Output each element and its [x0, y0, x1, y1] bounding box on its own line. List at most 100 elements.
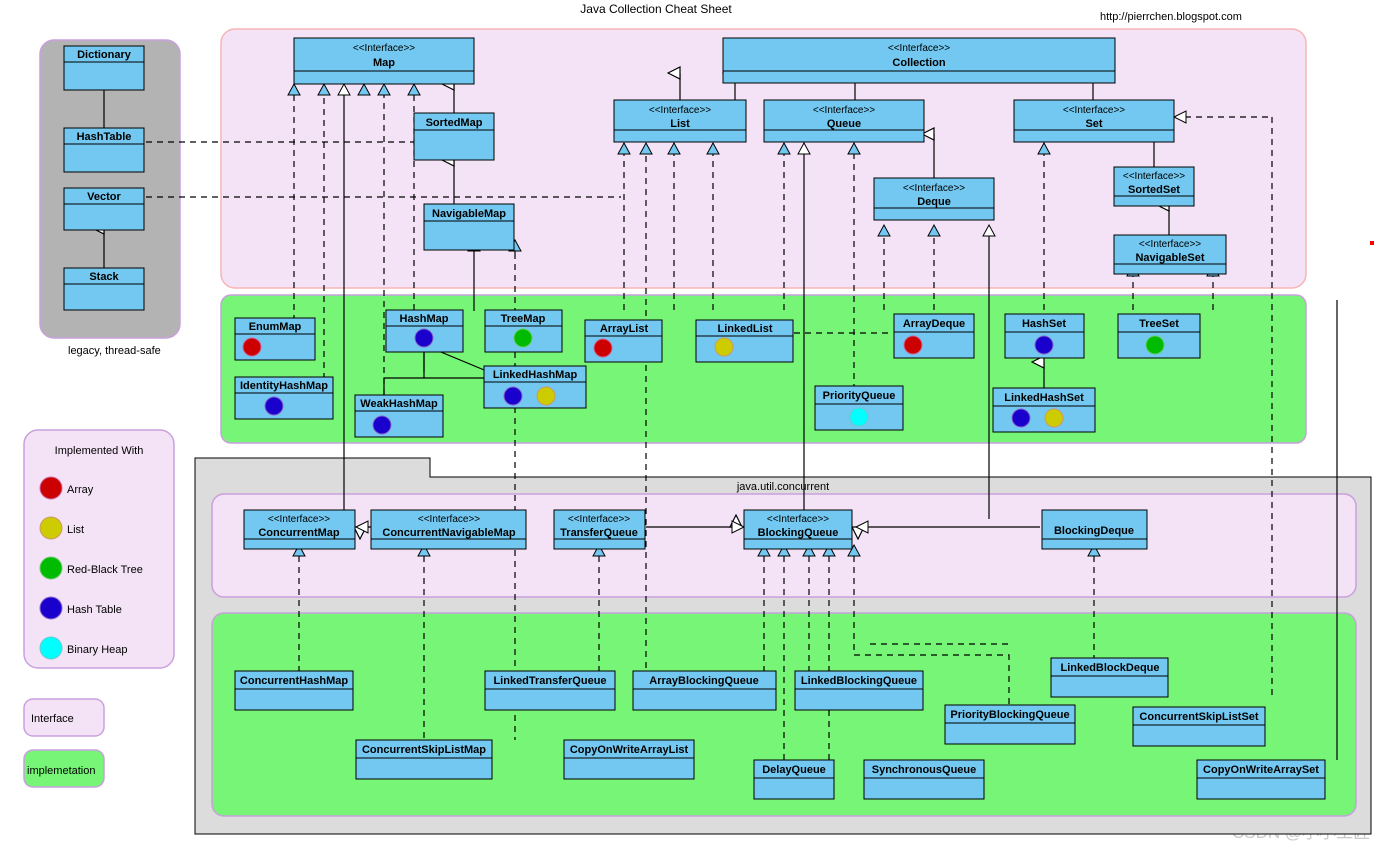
interface-collection[interactable]: <<Interface>> Collection	[723, 38, 1115, 83]
interface-title: Map	[373, 57, 395, 69]
interface-title: Collection	[892, 57, 945, 69]
class-title: LinkedBlockDeque	[1060, 662, 1159, 674]
hashtable-dot-icon	[40, 597, 62, 619]
interface-navigableset[interactable]: <<Interface>> NavigableSet	[1114, 235, 1226, 274]
legacy-class-hashtable[interactable]: HashTable	[64, 128, 144, 172]
class-title: ArrayList	[600, 323, 649, 335]
impl-dot-list	[1045, 409, 1063, 427]
impl-dot-binaryheap	[850, 408, 868, 426]
class-title: HashMap	[400, 313, 449, 325]
class-title: HashSet	[1022, 318, 1066, 330]
interface-sortedset[interactable]: <<Interface>> SortedSet	[1114, 167, 1194, 206]
interface-title: SortedMap	[426, 117, 483, 129]
legacy-class-vector[interactable]: Vector	[64, 188, 144, 230]
class-title: ConcurrentSkipListSet	[1139, 711, 1259, 723]
class-title: CopyOnWriteArrayList	[570, 744, 689, 756]
class-title: DelayQueue	[762, 764, 826, 776]
concurrent-package-label: java.util.concurrent	[736, 481, 829, 493]
class-identityhashmap[interactable]: IdentityHashMap	[235, 377, 333, 419]
class-title: LinkedBlockingQueue	[801, 675, 917, 687]
class-title: LinkedTransferQueue	[493, 675, 606, 687]
legacy-class-dictionary[interactable]: Dictionary	[64, 46, 144, 90]
interface-title: BlockingQueue	[758, 527, 839, 539]
impl-dot-hashtable	[1035, 336, 1053, 354]
class-hashmap[interactable]: HashMap	[386, 310, 463, 352]
class-title: TreeMap	[501, 313, 546, 325]
interface-title: NavigableSet	[1135, 252, 1204, 264]
stereotype-label: <<Interface>>	[813, 105, 875, 116]
class-concurrenthashmap[interactable]: ConcurrentHashMap	[235, 671, 353, 710]
class-copyonwritearrayset[interactable]: CopyOnWriteArraySet	[1197, 760, 1325, 799]
class-title: LinkedHashMap	[493, 369, 578, 381]
class-title: HashTable	[77, 131, 132, 143]
interface-title: BlockingDeque	[1054, 525, 1134, 537]
stereotype-label: <<Interface>>	[649, 105, 711, 116]
legend-label: implemetation	[27, 765, 95, 777]
class-title: Dictionary	[77, 49, 132, 61]
class-title: LinkedHashSet	[1004, 392, 1084, 404]
class-hashset[interactable]: HashSet	[1005, 314, 1084, 358]
class-weakhashmap[interactable]: WeakHashMap	[355, 395, 443, 437]
class-linkedblockdeque[interactable]: LinkedBlockDeque	[1051, 658, 1168, 697]
class-treeset[interactable]: TreeSet	[1118, 314, 1200, 358]
interface-navigablemap[interactable]: NavigableMap	[424, 204, 514, 250]
class-linkedhashmap[interactable]: LinkedHashMap	[484, 366, 586, 408]
interface-concurrentnavigablemap[interactable]: <<Interface>> ConcurrentNavigableMap	[371, 510, 526, 549]
interface-deque[interactable]: <<Interface>> Deque	[874, 178, 994, 220]
interface-title: TransferQueue	[560, 527, 638, 539]
class-concurrentskiplistset[interactable]: ConcurrentSkipListSet	[1133, 707, 1265, 746]
legacy-class-stack[interactable]: Stack	[64, 268, 144, 310]
interface-title: List	[670, 118, 690, 130]
legend-label: Red-Black Tree	[67, 564, 143, 576]
legend-label: List	[67, 524, 84, 536]
interface-transferqueue[interactable]: <<Interface>> TransferQueue	[554, 510, 645, 549]
class-title: ArrayBlockingQueue	[649, 675, 758, 687]
interface-blockingqueue[interactable]: <<Interface>> BlockingQueue	[744, 510, 852, 549]
impl-dot-redblack	[514, 329, 532, 347]
stereotype-label: <<Interface>>	[888, 43, 950, 54]
source-url: http://pierrchen.blogspot.com	[1100, 11, 1242, 23]
interface-concurrentmap[interactable]: <<Interface>> ConcurrentMap	[244, 510, 355, 549]
class-treemap[interactable]: TreeMap	[485, 310, 562, 352]
legend-box	[24, 430, 174, 668]
class-linkedhashset[interactable]: LinkedHashSet	[993, 388, 1095, 432]
legend-swatch-interface: Interface	[24, 699, 104, 736]
interface-title: Queue	[827, 118, 861, 130]
cheatsheet-canvas: Java Collection Cheat Sheet http://pierr…	[0, 0, 1391, 849]
class-linkedlist[interactable]: LinkedList	[696, 320, 793, 362]
class-delayqueue[interactable]: DelayQueue	[754, 760, 834, 799]
class-title: WeakHashMap	[360, 398, 438, 410]
array-dot-icon	[40, 477, 62, 499]
class-linkedtransferqueue[interactable]: LinkedTransferQueue	[485, 671, 615, 710]
impl-dot-redblack	[1146, 336, 1164, 354]
interface-blockingdeque[interactable]: BlockingDeque	[1042, 510, 1147, 549]
class-title: ConcurrentHashMap	[240, 675, 348, 687]
interface-list[interactable]: <<Interface>> List	[614, 100, 746, 142]
class-arrayblockingqueue[interactable]: ArrayBlockingQueue	[633, 671, 776, 710]
interface-title: NavigableMap	[432, 208, 506, 220]
class-priorityblockingqueue[interactable]: PriorityBlockingQueue	[945, 705, 1075, 744]
class-arraylist[interactable]: ArrayList	[585, 320, 662, 362]
class-enummap[interactable]: EnumMap	[235, 318, 315, 360]
legend-label: Array	[67, 484, 94, 496]
interface-set[interactable]: <<Interface>> Set	[1014, 100, 1174, 142]
class-title: IdentityHashMap	[240, 380, 328, 392]
class-priorityqueue[interactable]: PriorityQueue	[815, 386, 903, 430]
class-title: Vector	[87, 191, 121, 203]
class-linkedblockingqueue[interactable]: LinkedBlockingQueue	[795, 671, 923, 710]
class-synchronousqueue[interactable]: SynchronousQueue	[864, 760, 984, 799]
stereotype-label: <<Interface>>	[767, 514, 829, 525]
class-arraydeque[interactable]: ArrayDeque	[894, 314, 974, 358]
interface-queue[interactable]: <<Interface>> Queue	[764, 100, 924, 142]
class-title: LinkedList	[717, 323, 772, 335]
legacy-caption: legacy, thread-safe	[68, 345, 161, 357]
stereotype-label: <<Interface>>	[903, 183, 965, 194]
class-copyonwritearraylist[interactable]: CopyOnWriteArrayList	[564, 740, 694, 779]
class-concurrentskiplistmap[interactable]: ConcurrentSkipListMap	[356, 740, 492, 779]
interface-map[interactable]: <<Interface>> Map	[294, 38, 474, 84]
legend-label: Interface	[31, 713, 74, 725]
impl-dot-hashtable	[265, 397, 283, 415]
interface-sortedmap[interactable]: SortedMap	[414, 113, 494, 160]
impl-dot-array	[243, 338, 261, 356]
class-title: PriorityBlockingQueue	[950, 709, 1069, 721]
